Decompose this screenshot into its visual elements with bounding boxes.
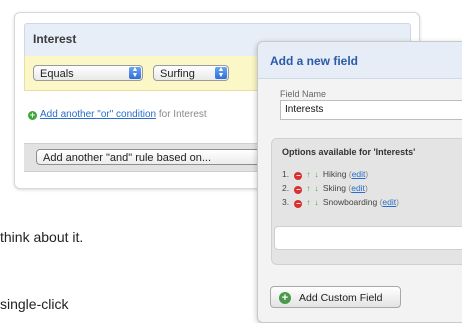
option-label: Hiking (322, 169, 347, 179)
options-title: Options available for 'Interests' (282, 147, 416, 157)
value-select-value: Surfing (160, 68, 195, 80)
option-label: Snowboarding (322, 197, 378, 207)
add-field-panel: Add a new field Field Name Interests Opt… (257, 41, 462, 323)
arrow-up-icon[interactable]: ↑ (304, 170, 312, 179)
updown-arrows-icon: ▲ ▼ (129, 66, 141, 79)
add-custom-field-label: Add Custom Field (299, 292, 383, 304)
add-and-rule-select[interactable]: Add another "and" rule based on... (36, 149, 264, 165)
add-custom-field-button[interactable]: + Add Custom Field (270, 286, 401, 308)
operator-select-value: Equals (40, 68, 74, 80)
arrow-down-icon[interactable]: ↓ (312, 170, 320, 179)
list-item: 1. – ↑ ↓ Hiking (edit) (282, 169, 369, 180)
edit-link[interactable]: edit (352, 169, 366, 179)
add-or-suffix: for Interest (158, 109, 207, 120)
arrow-up-icon[interactable]: ↑ (304, 198, 312, 207)
background-text-line1: think about it. (0, 229, 84, 245)
option-label: Skiing (322, 183, 346, 193)
arrow-down-icon[interactable]: ↓ (312, 198, 320, 207)
background-text-line2: single-click (0, 296, 69, 312)
plus-icon: + (279, 292, 291, 304)
field-name-input[interactable]: Interests (280, 100, 462, 120)
add-or-condition-link[interactable]: Add another "or" condition (40, 109, 156, 120)
plus-icon: + (28, 110, 37, 120)
field-name-label: Field Name (280, 89, 327, 99)
updown-arrows-icon: ▲ ▼ (215, 66, 227, 79)
condition-title: Interest (33, 32, 77, 46)
arrow-down-icon[interactable]: ↓ (312, 184, 320, 193)
operator-select[interactable]: Equals ▲ ▼ (33, 65, 143, 81)
option-number: 1. (282, 169, 290, 179)
option-number: 3. (282, 197, 290, 207)
option-number: 2. (282, 183, 290, 193)
arrow-up-icon[interactable]: ↑ (304, 184, 312, 193)
minus-circle-icon[interactable]: – (294, 186, 303, 194)
edit-link[interactable]: edit (382, 197, 396, 207)
new-option-input[interactable] (274, 226, 462, 250)
minus-circle-icon[interactable]: – (294, 200, 303, 208)
minus-circle-icon[interactable]: – (294, 172, 303, 180)
list-item: 3. – ↑ ↓ Snowboarding (edit) (282, 197, 399, 208)
add-or-condition: + Add another "or" condition for Interest (28, 109, 207, 120)
list-item: 2. – ↑ ↓ Skiing (edit) (282, 183, 368, 194)
add-field-title: Add a new field (270, 54, 359, 68)
edit-link[interactable]: edit (351, 183, 365, 193)
value-select[interactable]: Surfing ▲ ▼ (153, 65, 229, 81)
